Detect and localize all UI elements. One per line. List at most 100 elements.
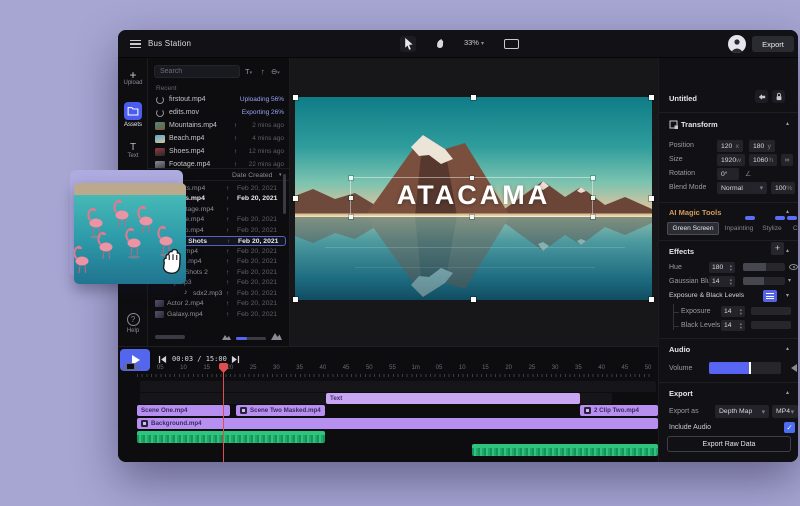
selection-handle[interactable]	[470, 215, 474, 219]
timeline-clip-text[interactable]: Text	[326, 393, 580, 404]
flip-button[interactable]	[755, 90, 768, 103]
collapse-icon[interactable]: ▴	[786, 389, 789, 396]
thumbnail-size-slider[interactable]	[236, 337, 266, 340]
skip-to-start-button[interactable]	[158, 355, 167, 364]
collapse-icon[interactable]: ▴	[786, 345, 789, 352]
recent-item[interactable]: edits.movExporting 26%	[148, 107, 290, 119]
chevron-down-icon[interactable]: ▾	[786, 292, 789, 299]
sort-icon[interactable]: ↑	[261, 67, 265, 76]
filter-icon[interactable]: ⊖▾	[271, 67, 280, 76]
exposure-slider[interactable]	[751, 307, 791, 315]
size-width-input[interactable]: 1920w	[717, 154, 745, 166]
ai-tool-green-screen[interactable]: Green Screen	[667, 222, 719, 235]
constrain-proportions-icon[interactable]: ∞	[781, 154, 793, 166]
recent-item[interactable]: ↑Shoes.mp412 mins ago	[148, 146, 290, 158]
recent-item[interactable]: ↑Beach.mp44 mins ago	[148, 133, 290, 145]
selection-handle[interactable]	[649, 196, 654, 201]
blur-slider[interactable]	[743, 277, 785, 285]
include-audio-checkbox[interactable]: ✓	[784, 422, 795, 433]
zoom-out-thumbnails-icon[interactable]	[222, 333, 231, 340]
hue-slider[interactable]	[743, 263, 785, 271]
audio-clip[interactable]	[472, 444, 658, 456]
layer-name[interactable]: Untitled	[669, 94, 697, 103]
avatar[interactable]	[728, 35, 746, 53]
hue-value-stepper[interactable]: 180▴▾	[709, 262, 735, 273]
playhead-handle[interactable]	[219, 363, 228, 373]
menu-icon[interactable]	[130, 40, 141, 48]
selection-handle[interactable]	[349, 215, 353, 219]
volume-slider[interactable]	[709, 362, 781, 374]
selection-handle[interactable]	[349, 176, 353, 180]
preview-canvas[interactable]: ATACAMA	[290, 58, 658, 376]
export-container-dropdown[interactable]: MP4▾	[772, 405, 798, 418]
timeline-clip-scene-two[interactable]: Scene Two Masked.mp4	[236, 405, 325, 416]
selection-handle[interactable]	[471, 95, 476, 100]
timeline-clip-scene-one[interactable]: Scene One.mp4	[137, 405, 230, 416]
black-levels-slider[interactable]	[751, 321, 791, 329]
lock-button[interactable]	[772, 90, 785, 103]
selection-handle[interactable]	[471, 297, 476, 302]
collapse-icon[interactable]: ▴	[786, 120, 789, 127]
chevron-down-icon: ▾	[791, 408, 794, 416]
file-row[interactable]: Galaxy.mp4↑Feb 20, 2021	[150, 309, 286, 320]
ai-tool-colorize[interactable]: Colorize	[785, 222, 798, 235]
horizontal-scrollbar[interactable]	[155, 335, 185, 339]
speaker-icon[interactable]	[787, 364, 797, 372]
selection-handle[interactable]	[293, 297, 298, 302]
file-row[interactable]: ♪sdx2.mp3↑Feb 20, 2021	[150, 288, 286, 299]
zoom-in-thumbnails-icon[interactable]	[271, 331, 282, 340]
empty-track[interactable]	[140, 381, 656, 392]
assets-tab[interactable]: Assets	[118, 102, 148, 128]
selection-handle[interactable]	[293, 95, 298, 100]
text-selection-box[interactable]	[350, 177, 593, 217]
ai-tool-inpainting[interactable]: Inpainting	[723, 222, 755, 235]
ai-tool-stylize[interactable]: Stylize	[759, 222, 785, 235]
column-date[interactable]: Date Created	[232, 172, 272, 179]
collapse-icon[interactable]: ▴	[786, 247, 789, 254]
audio-clip[interactable]	[137, 431, 325, 443]
file-row[interactable]: Actor 2.mp4↑Feb 20, 2021	[150, 299, 286, 310]
timeline-clip-background[interactable]: Background.mp4	[137, 418, 658, 429]
skip-to-end-button[interactable]	[231, 355, 240, 364]
selection-handle[interactable]	[649, 95, 654, 100]
export-format-dropdown[interactable]: Depth Map▾	[715, 405, 769, 418]
selection-handle[interactable]	[591, 196, 595, 200]
display-mode-icon[interactable]	[504, 39, 519, 49]
export-raw-data-button[interactable]: Export Raw Data	[667, 436, 791, 452]
uploaded-icon: ↑	[226, 311, 229, 318]
position-x-input[interactable]: 120x	[717, 140, 743, 152]
selection-handle[interactable]	[293, 196, 298, 201]
collapse-icon[interactable]: ▴	[786, 208, 789, 215]
type-filter-icon[interactable]: T▾	[245, 67, 252, 76]
levels-adjust-button[interactable]	[763, 290, 777, 302]
recent-item[interactable]: firstout.mp4Uploading 56%	[148, 94, 290, 106]
opacity-input[interactable]: 100%	[771, 182, 795, 194]
selection-handle[interactable]	[349, 196, 353, 200]
track-options-icon[interactable]	[123, 365, 130, 370]
text-tool-tab[interactable]: T Text	[118, 142, 148, 159]
chevron-down-icon[interactable]: ▾	[788, 277, 791, 284]
selection-handle[interactable]	[591, 176, 595, 180]
selection-handle[interactable]	[649, 297, 654, 302]
selection-handle[interactable]	[470, 176, 474, 180]
visibility-eye-icon[interactable]	[789, 264, 798, 270]
add-effect-button[interactable]: +	[771, 242, 784, 255]
cursor-tool-button[interactable]	[400, 36, 416, 52]
hand-tool-button[interactable]	[432, 36, 448, 52]
blur-value-stepper[interactable]: 14▴▾	[709, 276, 735, 287]
exposure-stepper[interactable]: 14▴▾	[721, 306, 745, 317]
list-scrollbar[interactable]	[283, 174, 286, 214]
export-button[interactable]: Export	[752, 36, 794, 52]
position-y-input[interactable]: 180y	[749, 140, 775, 152]
blend-mode-dropdown[interactable]: Normal▾	[717, 182, 767, 194]
black-levels-stepper[interactable]: 14▴▾	[721, 320, 745, 331]
help-button[interactable]: ? Help	[118, 313, 148, 334]
search-input[interactable]	[154, 65, 240, 78]
timeline-clip-two[interactable]: 2 Clip Two.mp4	[580, 405, 658, 416]
selection-handle[interactable]	[591, 215, 595, 219]
recent-item[interactable]: ↑Mountains.mp42 mins ago	[148, 120, 290, 132]
rotation-input[interactable]: 0°	[717, 168, 739, 180]
upload-button[interactable]: + Upload	[118, 70, 148, 86]
size-height-input[interactable]: 1060h	[749, 154, 777, 166]
zoom-level-dropdown[interactable]: 33% ▾	[452, 38, 496, 47]
